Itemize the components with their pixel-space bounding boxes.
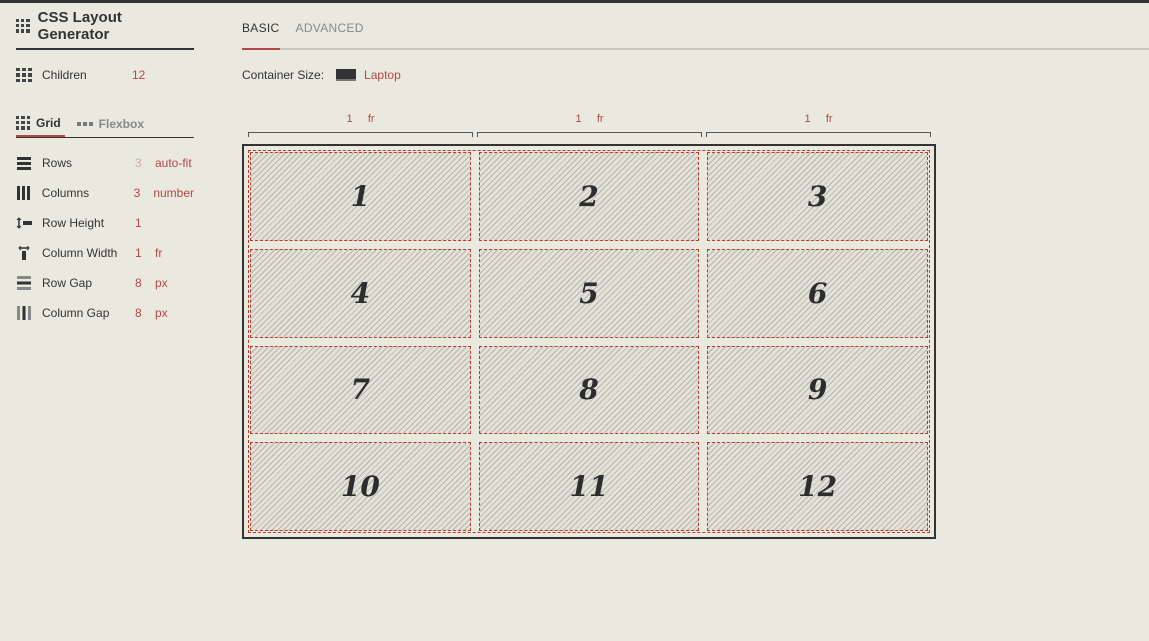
cell-number: 11 — [569, 470, 609, 504]
grid-cell[interactable]: 8 — [478, 345, 700, 435]
prop-label: Row Height — [42, 216, 105, 230]
columns-icon — [16, 186, 32, 200]
grid-cell[interactable]: 5 — [478, 248, 700, 338]
column-gap-input[interactable]: 8 — [135, 306, 155, 320]
row-gap-input[interactable]: 8 — [135, 276, 155, 290]
main-panel: BASIC ADVANCED Container Size: Laptop 1 … — [242, 3, 1149, 539]
grid-cell[interactable]: 10 — [250, 442, 471, 531]
flexbox-icon — [76, 121, 93, 126]
grid-cell[interactable]: 11 — [478, 442, 700, 531]
grid-logo-icon — [16, 18, 30, 33]
column-gap-unit-select[interactable]: px — [155, 306, 168, 320]
column-ruler-1[interactable]: 1 fr — [248, 108, 473, 138]
container-size-select[interactable]: Laptop — [364, 68, 401, 82]
tab-basic[interactable]: BASIC — [242, 21, 280, 50]
column-ruler-label: 1 fr — [346, 113, 375, 125]
grid-cell[interactable]: 6 — [707, 248, 928, 338]
column-width-icon — [16, 246, 32, 260]
tab-grid[interactable]: Grid — [16, 110, 65, 137]
cell-number: 2 — [579, 179, 599, 213]
container-size-control: Container Size: Laptop — [242, 67, 1149, 83]
rows-input[interactable]: 3 — [135, 156, 155, 170]
cell-number: 7 — [350, 373, 371, 407]
row-gap-icon — [16, 276, 32, 290]
cell-number: 9 — [807, 373, 828, 407]
grid-properties: Rows 3 auto-fit Columns 3 number Row Hei… — [16, 148, 194, 328]
grid-cell[interactable]: 4 — [250, 248, 471, 338]
column-gap-icon — [16, 306, 32, 320]
prop-row-gap: Row Gap 8 px — [16, 268, 194, 298]
grid-preview: 1 2 3 4 5 6 7 8 9 10 11 12 — [248, 150, 930, 533]
column-ruler-label: 1 fr — [804, 113, 833, 125]
prop-label: Column Gap — [42, 306, 110, 320]
cell-number: 8 — [579, 373, 599, 407]
grid-cell[interactable]: 7 — [250, 345, 471, 435]
sidebar: CSS Layout Generator Children 12 Grid Fl… — [16, 3, 194, 328]
prop-label: Row Gap — [42, 276, 93, 290]
children-icon — [16, 68, 32, 82]
rows-unit-select[interactable]: auto-fit — [155, 156, 192, 170]
tab-grid-label: Grid — [36, 115, 61, 130]
grid-cell[interactable]: 9 — [707, 345, 928, 435]
ruler-bracket — [706, 132, 931, 137]
grid-cell[interactable]: 2 — [478, 152, 700, 241]
cell-number: 3 — [807, 179, 828, 213]
children-label: Children — [42, 68, 87, 82]
children-input[interactable]: 12 — [132, 68, 145, 82]
prop-column-width: Column Width 1 fr — [16, 238, 194, 268]
cell-number: 12 — [798, 470, 838, 504]
grid-icon — [16, 115, 30, 130]
prop-rows: Rows 3 auto-fit — [16, 148, 194, 178]
tab-flexbox-label: Flexbox — [98, 116, 145, 131]
app-header: CSS Layout Generator — [16, 3, 194, 50]
column-width-unit-select[interactable]: fr — [155, 246, 162, 260]
prop-label: Rows — [42, 156, 73, 170]
prop-columns: Columns 3 number — [16, 178, 194, 208]
row-height-input[interactable]: 1 — [135, 216, 155, 230]
grid-cell[interactable]: 12 — [707, 442, 928, 531]
prop-label: Columns — [41, 186, 90, 200]
children-control: Children 12 — [16, 63, 194, 87]
rows-icon — [16, 156, 32, 170]
column-ruler-3[interactable]: 1 fr — [706, 108, 931, 138]
grid-cell[interactable]: 1 — [250, 152, 471, 241]
row-height-icon — [16, 216, 32, 230]
column-ruler-2[interactable]: 1 fr — [477, 108, 702, 138]
column-ruler: 1 fr 1 fr 1 fr — [248, 108, 938, 138]
grid-preview-container: 1 2 3 4 5 6 7 8 9 10 11 12 — [242, 144, 936, 539]
cell-number: 4 — [350, 276, 371, 310]
layout-mode-tabs: Grid Flexbox — [16, 110, 194, 138]
tab-flexbox[interactable]: Flexbox — [76, 110, 160, 137]
prop-row-height: Row Height 1 — [16, 208, 194, 238]
columns-input[interactable]: 3 — [134, 186, 154, 200]
cell-number: 6 — [807, 276, 828, 310]
cell-number: 1 — [350, 179, 371, 213]
grid-cell[interactable]: 3 — [707, 152, 928, 241]
prop-column-gap: Column Gap 8 px — [16, 298, 194, 328]
cell-number: 5 — [579, 276, 599, 310]
container-size-label: Container Size: — [242, 68, 325, 82]
tab-advanced[interactable]: ADVANCED — [296, 21, 364, 48]
cell-number: 10 — [340, 470, 380, 504]
column-ruler-label: 1 fr — [575, 113, 604, 125]
row-gap-unit-select[interactable]: px — [155, 276, 168, 290]
mode-tabs: BASIC ADVANCED — [242, 3, 1149, 50]
columns-unit-select[interactable]: number — [153, 186, 194, 200]
ruler-bracket — [248, 132, 473, 137]
laptop-icon[interactable] — [336, 69, 357, 81]
ruler-bracket — [477, 132, 702, 137]
column-width-input[interactable]: 1 — [135, 246, 155, 260]
app-title: CSS Layout Generator — [37, 8, 122, 43]
prop-label: Column Width — [42, 246, 118, 260]
